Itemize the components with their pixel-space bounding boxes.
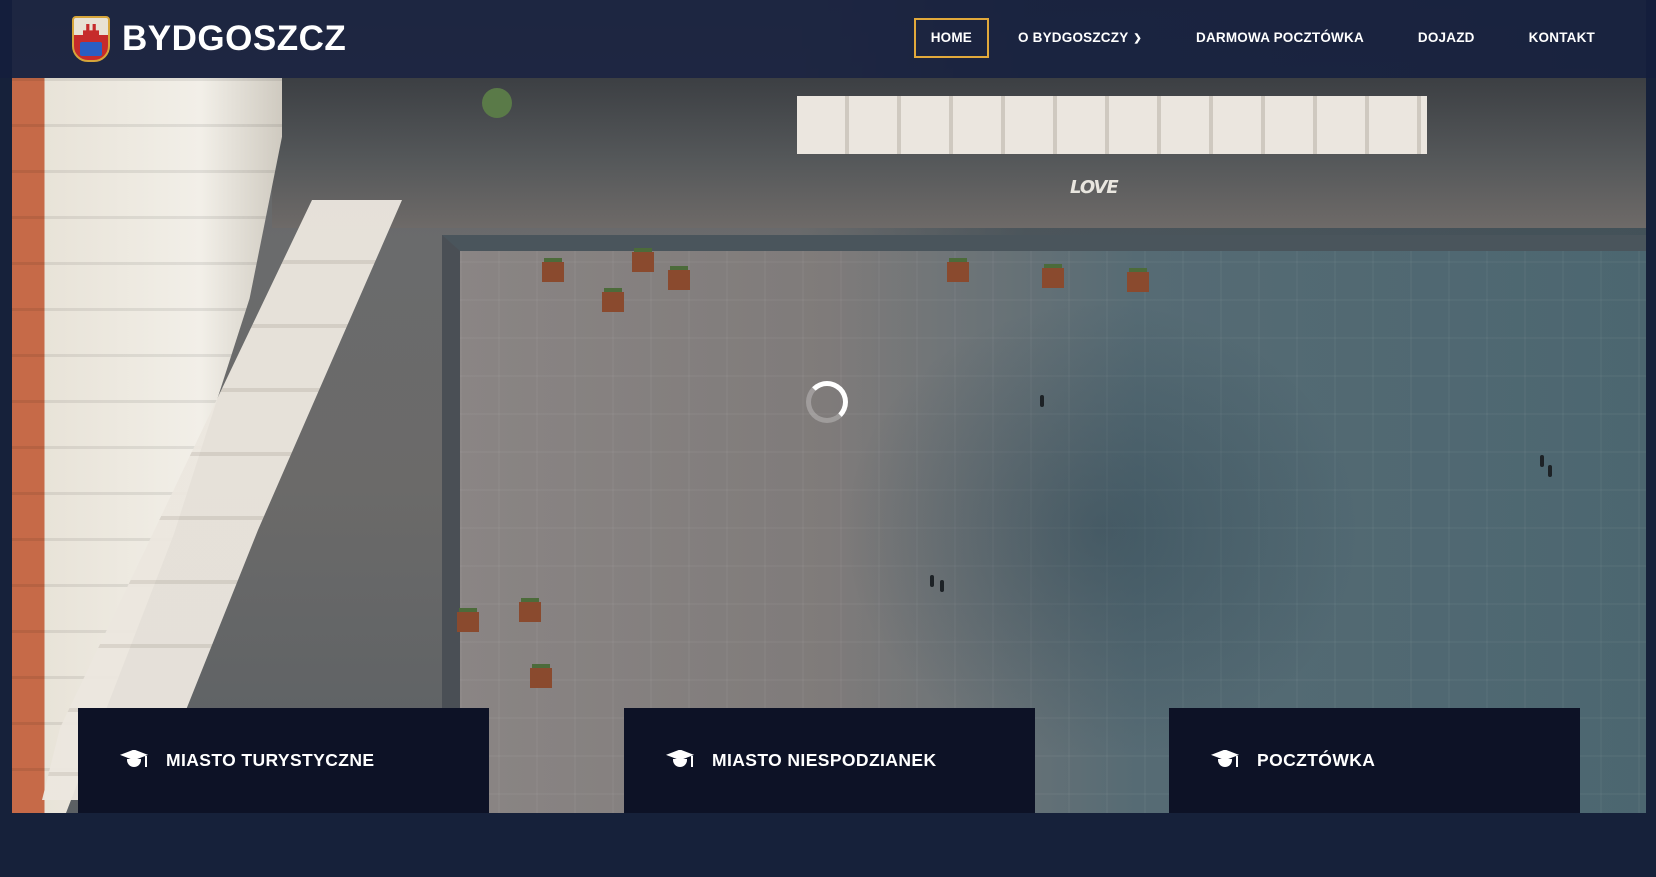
nav-home-label: HOME: [930, 30, 972, 45]
chevron-down-icon: ❯: [1133, 33, 1143, 44]
nav-o-bydgoszczy[interactable]: O BYDGOSZCZY ❯: [993, 18, 1167, 58]
card-pocztowka[interactable]: POCZTÓWKA: [1169, 708, 1580, 813]
nav-o-bydgoszczy-label: O BYDGOSZCZY: [1018, 30, 1129, 45]
card-miasto-niespodzianek[interactable]: MIASTO NIESPODZIANEK: [624, 708, 1035, 813]
card-miasto-turystyczne[interactable]: MIASTO TURYSTYCZNE: [78, 708, 489, 813]
planter: [542, 262, 564, 282]
tree: [482, 88, 512, 118]
card-label: MIASTO NIESPODZIANEK: [712, 750, 937, 770]
pedestrian: [930, 575, 934, 587]
planter: [668, 270, 690, 290]
site-title: BYDGOSZCZ: [122, 19, 347, 58]
graduation-cap-icon: [1209, 750, 1241, 772]
nav-darmowa-pocztowka[interactable]: DARMOWA POCZTÓWKA: [1171, 18, 1389, 58]
pedestrian: [1540, 455, 1544, 467]
city-coat-of-arms-icon: [72, 16, 110, 62]
planter: [1127, 272, 1149, 292]
main-navigation: HOME O BYDGOSZCZY ❯ DARMOWA POCZTÓWKA DOJ…: [910, 18, 1620, 58]
nav-kontakt-label: KONTAKT: [1528, 30, 1595, 45]
nav-dojazd[interactable]: DOJAZD: [1393, 18, 1500, 58]
nav-dojazd-label: DOJAZD: [1417, 30, 1475, 45]
planter: [457, 612, 479, 632]
planter: [602, 292, 624, 312]
planter: [1042, 268, 1064, 288]
nav-home[interactable]: HOME: [913, 18, 989, 58]
planter: [530, 668, 552, 688]
planter: [519, 602, 541, 622]
site-header: BYDGOSZCZ HOME O BYDGOSZCZY ❯ DARMOWA POC…: [0, 0, 1656, 78]
nav-darmowa-pocztowka-label: DARMOWA POCZTÓWKA: [1196, 30, 1364, 45]
graduation-cap-icon: [118, 750, 150, 772]
planter: [632, 252, 654, 272]
tree-shadow: [842, 300, 1362, 760]
pedestrian: [940, 580, 944, 592]
site-logo[interactable]: BYDGOSZCZ: [72, 16, 346, 62]
pedestrian: [1548, 465, 1552, 477]
card-label: POCZTÓWKA: [1257, 750, 1376, 770]
page-bottom-band: [0, 813, 1656, 877]
cyclist: [1040, 395, 1044, 407]
planter: [947, 262, 969, 282]
card-label: MIASTO TURYSTYCZNE: [166, 750, 375, 770]
cafe-umbrellas-top: [797, 96, 1427, 154]
loading-spinner-icon: [806, 381, 848, 423]
love-sign: LOVE: [1070, 177, 1119, 198]
nav-kontakt[interactable]: KONTAKT: [1504, 18, 1620, 58]
graduation-cap-icon: [664, 750, 696, 772]
